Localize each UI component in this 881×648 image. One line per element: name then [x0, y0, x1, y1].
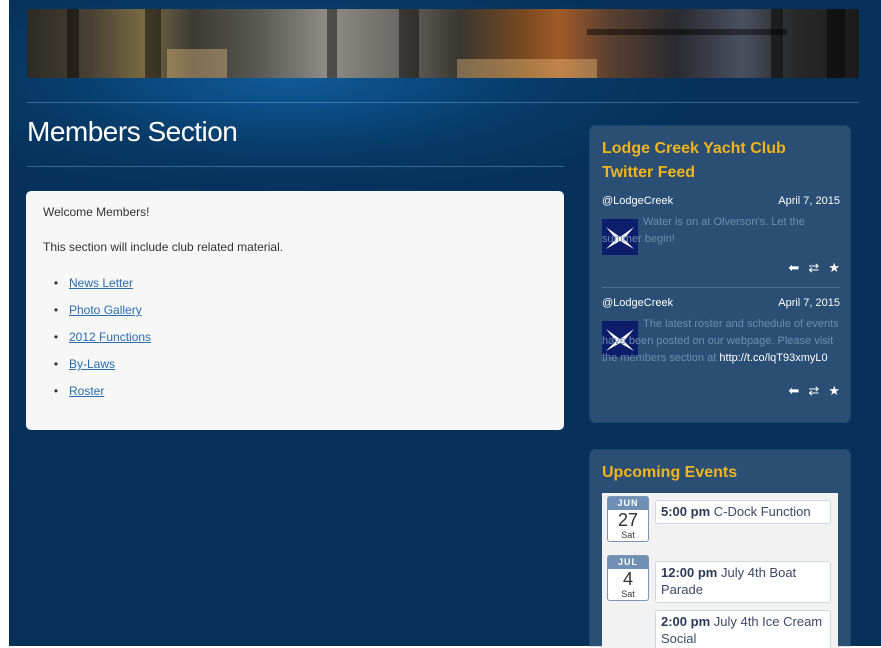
- functions-2012-link[interactable]: 2012 Functions: [69, 330, 151, 344]
- title-divider: [27, 166, 564, 167]
- event-item[interactable]: 5:00 pm C-Dock Function: [655, 500, 831, 524]
- header-banner-image: [27, 9, 859, 78]
- event-month: JUL: [608, 556, 648, 569]
- event-item[interactable]: 2:00 pm July 4th Ice Cream Social: [655, 610, 831, 648]
- bullet-icon: •: [53, 384, 59, 398]
- twitter-feed-title: Lodge Creek Yacht Club Twitter Feed: [602, 140, 786, 181]
- tweet-actions: ⬅ ⇄ ★: [782, 383, 840, 399]
- favorite-icon[interactable]: ★: [828, 260, 840, 276]
- retweet-icon[interactable]: ⇄: [808, 260, 819, 276]
- event-time: 2:00 pm: [661, 614, 711, 629]
- tweet-item: @LodgeCreek April 7, 2015 Water is on at…: [602, 195, 840, 277]
- list-item: • Roster: [43, 385, 151, 412]
- reply-icon[interactable]: ⬅: [788, 260, 799, 276]
- twitter-feed-widget: Lodge Creek Yacht Club Twitter Feed @Lod…: [590, 126, 850, 422]
- welcome-text: Welcome Members!: [43, 205, 150, 219]
- tweet-item: @LodgeCreek April 7, 2015 The latest ros…: [602, 297, 840, 407]
- event-day: 27: [617, 510, 639, 530]
- list-item: • Photo Gallery: [43, 304, 151, 331]
- event-weekday: Sat: [621, 530, 635, 540]
- page-title: Members Section: [27, 116, 238, 147]
- favorite-icon[interactable]: ★: [828, 383, 840, 399]
- list-item: • 2012 Functions: [43, 331, 151, 358]
- photo-gallery-link[interactable]: Photo Gallery: [69, 303, 142, 317]
- tweet-handle[interactable]: @LodgeCreek: [602, 195, 673, 207]
- tweet-text: The latest roster and schedule of events…: [602, 318, 839, 364]
- bullet-icon: •: [53, 303, 59, 317]
- members-link-list: • News Letter • Photo Gallery • 2012 Fun…: [43, 277, 151, 412]
- bullet-icon: •: [53, 330, 59, 344]
- event-date-card: JUL 4 Sat: [607, 555, 649, 601]
- header-divider: [27, 102, 859, 103]
- tweet-text: Water is on at Olverson's. Let the summe…: [602, 216, 805, 245]
- reply-icon[interactable]: ⬅: [788, 383, 799, 399]
- list-item: • News Letter: [43, 277, 151, 304]
- upcoming-events-widget: Upcoming Events JUN 27 Sat 5:00 pm C-Doc…: [590, 450, 850, 648]
- tweet-actions: ⬅ ⇄ ★: [782, 260, 840, 276]
- event-name: C-Dock Function: [713, 504, 811, 519]
- events-title: Upcoming Events: [602, 464, 738, 481]
- event-date-card: JUN 27 Sat: [607, 496, 649, 542]
- news-letter-link[interactable]: News Letter: [69, 276, 133, 290]
- events-list: JUN 27 Sat 5:00 pm C-Dock Function JUL 4…: [602, 493, 838, 648]
- event-month: JUN: [608, 497, 648, 510]
- event-weekday: Sat: [621, 589, 635, 599]
- bullet-icon: •: [53, 357, 59, 371]
- tweet-date[interactable]: April 7, 2015: [778, 195, 840, 207]
- by-laws-link[interactable]: By-Laws: [69, 357, 115, 371]
- list-item: • By-Laws: [43, 358, 151, 385]
- event-day: 4: [622, 569, 633, 589]
- event-item[interactable]: 12:00 pm July 4th Boat Parade: [655, 561, 831, 603]
- tweet-date[interactable]: April 7, 2015: [778, 297, 840, 309]
- roster-link[interactable]: Roster: [69, 384, 104, 398]
- retweet-icon[interactable]: ⇄: [808, 383, 819, 399]
- page-frame: Members Section Welcome Members! This se…: [9, 0, 881, 648]
- intro-text: This section will include club related m…: [43, 240, 284, 254]
- members-content-panel: Welcome Members! This section will inclu…: [26, 191, 564, 430]
- bullet-icon: •: [53, 276, 59, 290]
- event-time: 5:00 pm: [661, 504, 711, 519]
- tweet-handle[interactable]: @LodgeCreek: [602, 297, 673, 309]
- tweet-link[interactable]: http://t.co/lqT93xmyL0: [719, 352, 827, 364]
- event-time: 12:00 pm: [661, 565, 718, 580]
- tweet-divider: [602, 287, 840, 288]
